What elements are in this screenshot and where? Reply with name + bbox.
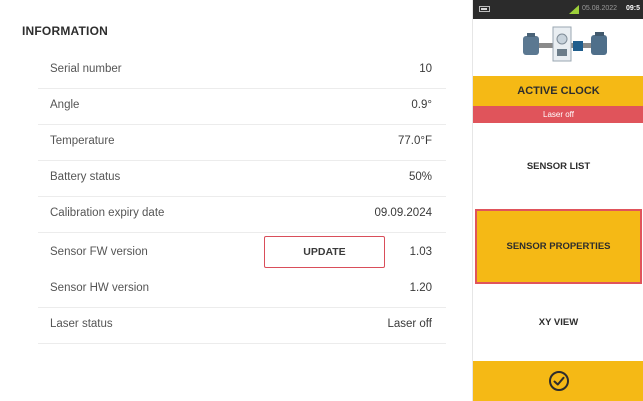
device-thumbnail[interactable]: [473, 19, 643, 76]
row-value: 1.03: [409, 246, 432, 258]
info-row-battery-status: Battery status 50%: [38, 161, 446, 197]
row-label: Sensor FW version: [50, 246, 148, 258]
update-firmware-button[interactable]: UPDATE: [264, 236, 385, 268]
row-label: Serial number: [50, 63, 122, 75]
info-row-sensor-hw-version: Sensor HW version 1.20: [38, 272, 446, 308]
battery-icon: [479, 6, 490, 12]
info-row-laser-status: Laser status Laser off: [38, 308, 446, 344]
shaft-alignment-icon: [523, 26, 607, 62]
status-bar: 05.08.2022 09:5: [473, 0, 643, 19]
row-label: Angle: [50, 99, 80, 111]
xy-view-button[interactable]: XY VIEW: [473, 284, 643, 361]
status-date: 05.08.2022: [582, 5, 618, 12]
row-label: Temperature: [50, 135, 115, 147]
sensor-information-panel: INFORMATION Serial number 10 Angle 0.9° …: [0, 0, 472, 401]
check-circle-icon: [548, 371, 569, 391]
info-row-serial-number: Serial number 10: [38, 53, 446, 89]
row-value: 10: [419, 63, 432, 75]
row-value: 77.0°F: [397, 135, 432, 147]
info-row-temperature: Temperature 77.0°F: [38, 125, 446, 161]
confirm-button[interactable]: [473, 361, 643, 401]
laser-status-badge: Laser off: [473, 106, 643, 123]
info-row-sensor-fw-version: Sensor FW version UPDATE 1.03: [38, 236, 446, 272]
row-value: 0.9°: [411, 99, 432, 111]
info-row-calibration-expiry: Calibration expiry date 09.09.2024: [38, 197, 446, 233]
row-value: Laser off: [387, 318, 432, 330]
active-clock-button[interactable]: ACTIVE CLOCK: [473, 76, 643, 106]
section-title: INFORMATION: [22, 24, 108, 38]
status-time: 09:5: [625, 5, 640, 12]
row-value: 1.20: [409, 282, 432, 294]
info-row-angle: Angle 0.9°: [38, 89, 446, 125]
row-label: Battery status: [50, 171, 121, 183]
row-label: Sensor HW version: [50, 282, 150, 294]
row-value: 50%: [408, 171, 432, 183]
row-label: Calibration expiry date: [50, 207, 165, 219]
right-sidebar: 05.08.2022 09:5 ACTIVE CLOCK Laser off S…: [472, 0, 643, 401]
sensor-list-button[interactable]: SENSOR LIST: [473, 123, 643, 209]
row-label: Laser status: [50, 318, 113, 330]
row-divider: [38, 343, 446, 344]
row-value: 09.09.2024: [374, 207, 432, 219]
sensor-properties-button[interactable]: SENSOR PROPERTIES: [475, 209, 642, 284]
row-divider: [38, 232, 446, 233]
signal-icon: [569, 5, 579, 14]
